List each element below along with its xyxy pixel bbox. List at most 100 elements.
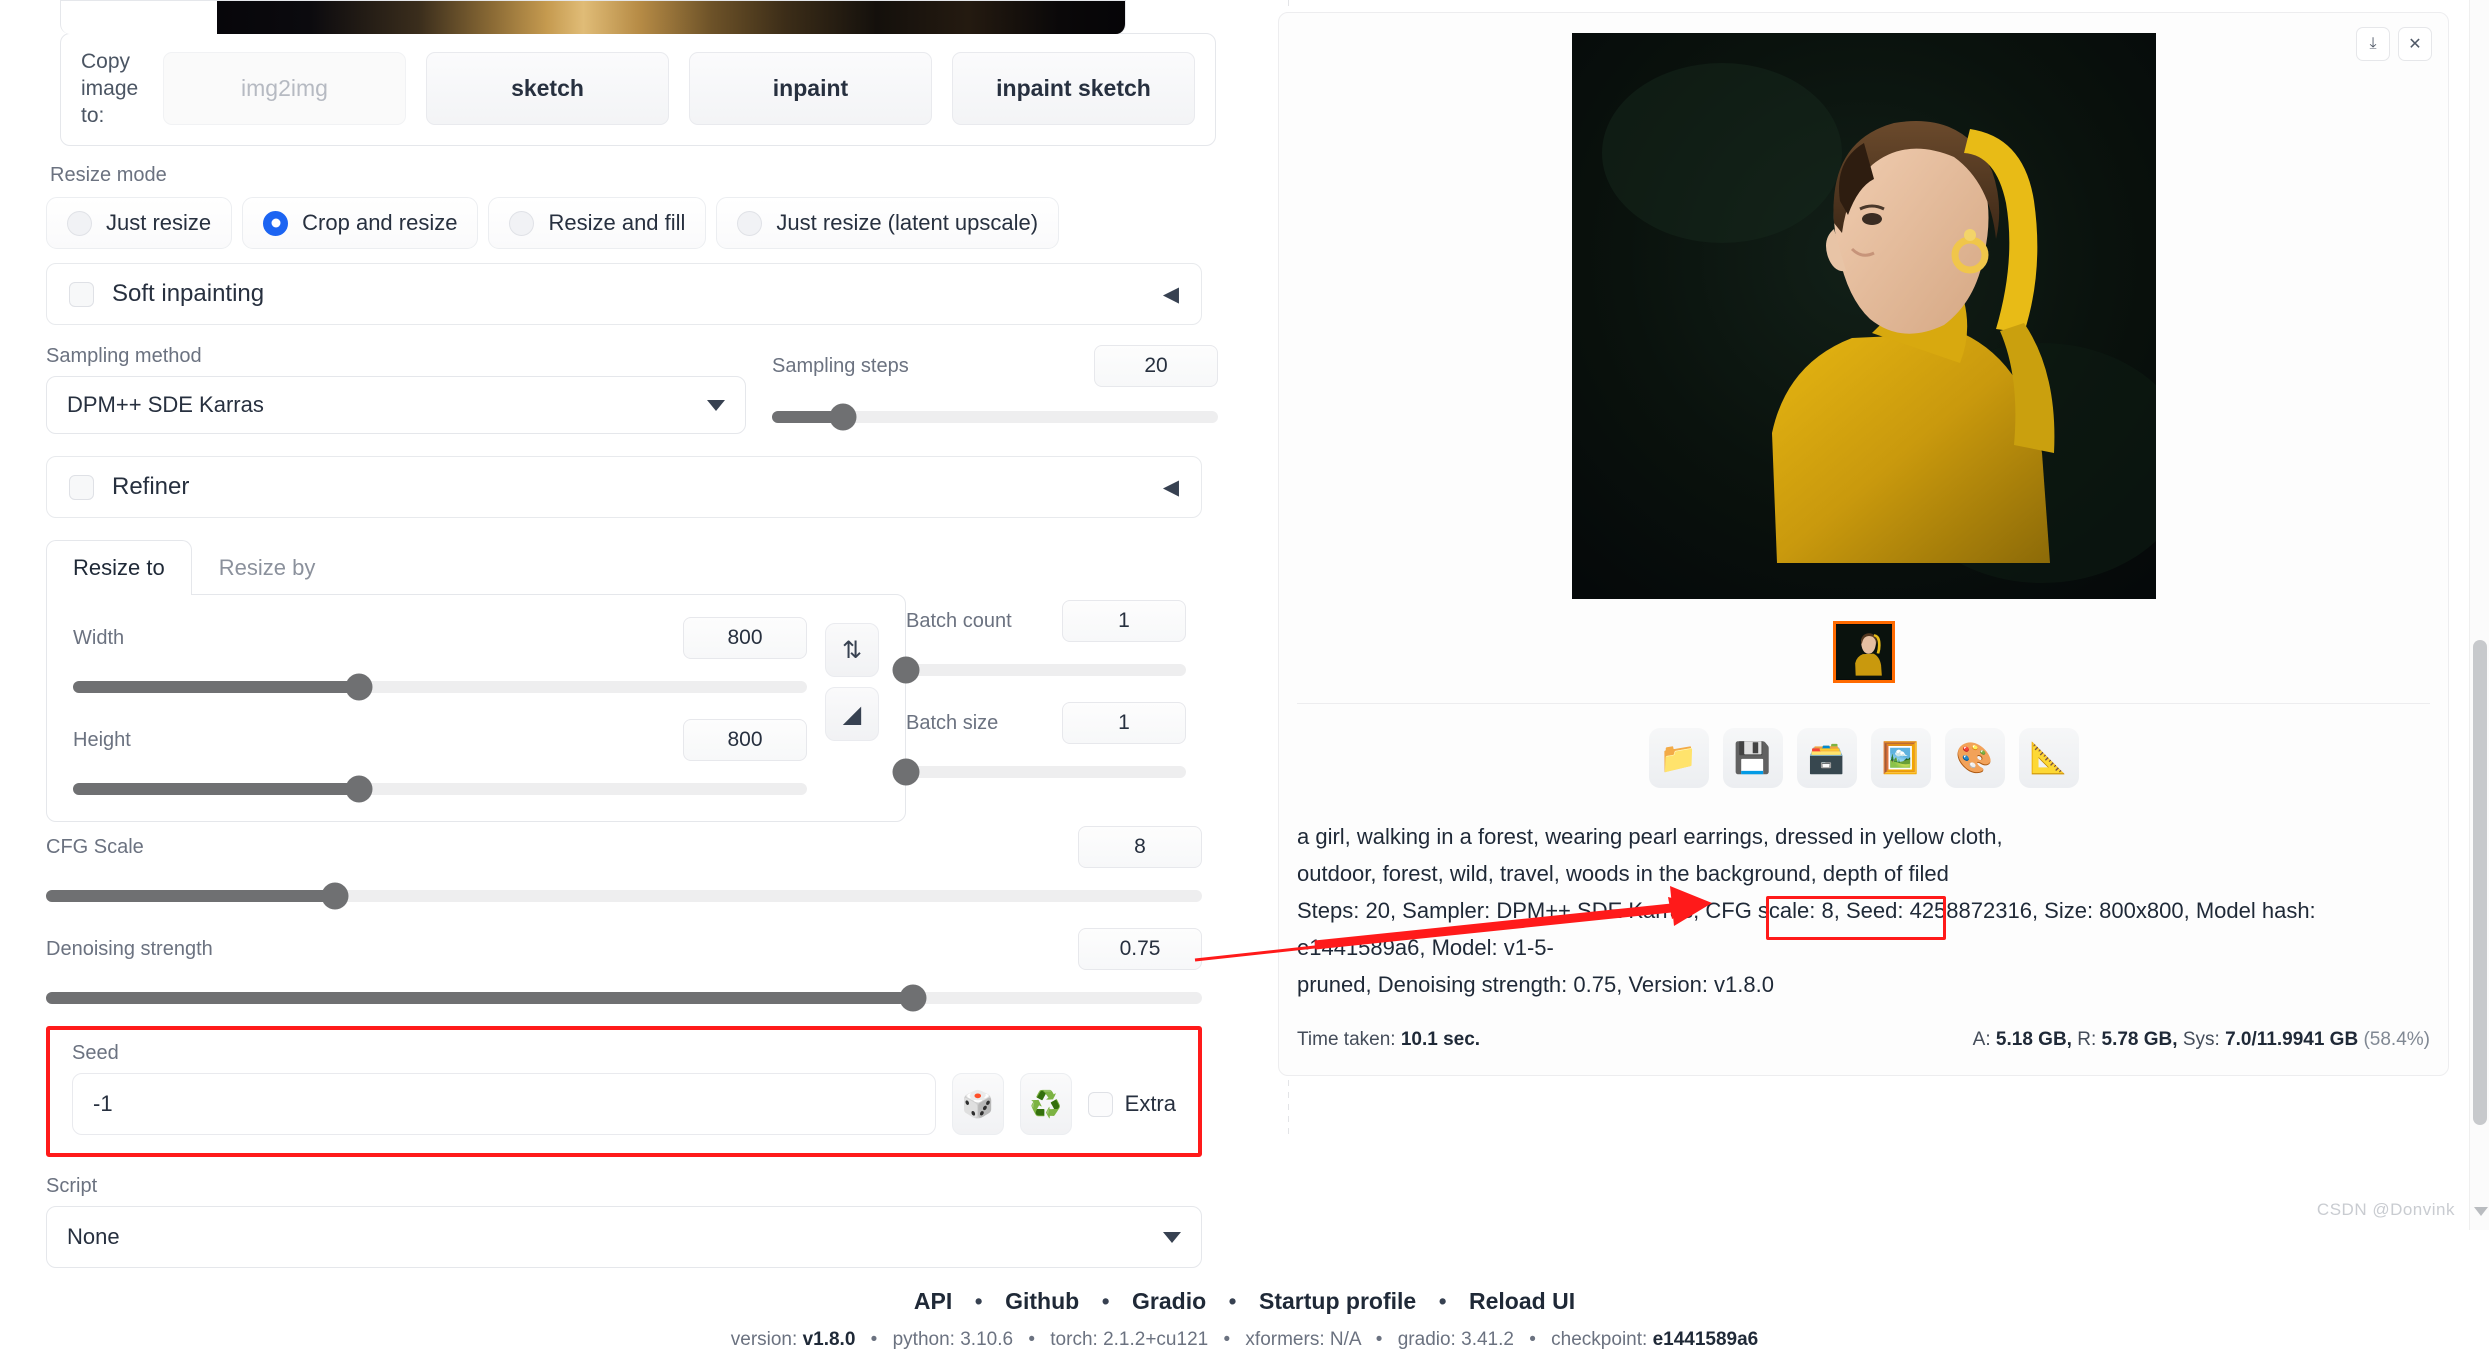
seed-label: Seed [72,1042,119,1064]
denoising-strength-block: Denoising strength 0.75 [46,928,1202,1012]
copy-to-img2img-button[interactable]: img2img [163,52,406,125]
watermark: CSDN @Donvink [2316,1200,2455,1219]
script-select[interactable]: None [46,1206,1202,1268]
footer-link-reload-ui[interactable]: Reload UI [1469,1288,1575,1314]
tab-resize-by[interactable]: Resize by [192,540,343,595]
thumbnail-item[interactable] [1832,621,1895,683]
footer-link-github[interactable]: Github [1005,1288,1079,1314]
send-to-extras-icon[interactable]: 📐 [2018,728,2079,788]
denoising-strength-slider[interactable] [46,984,1202,1012]
soft-inpainting-label: Soft inpainting [112,280,265,307]
footer-separator: • [870,1329,878,1350]
save-zip-icon[interactable]: 🗃️ [1796,728,1857,788]
memory-sys-value: 7.0/11.9941 GB [2225,1029,2359,1050]
chevron-left-icon[interactable]: ◀ [1163,475,1179,500]
time-taken-label: Time taken: [1297,1029,1396,1050]
copy-to-sketch-button[interactable]: sketch [426,52,669,125]
meta-torch-key: torch: [1050,1329,1098,1350]
memory-a-label: A: [1972,1029,1991,1050]
resize-mode-just-resize[interactable]: Just resize [46,197,233,249]
batch-count-block: Batch count 1 [892,600,1186,684]
meta-version-key: version: [730,1329,798,1350]
script-label: Script [46,1175,98,1197]
refiner-checkbox[interactable] [69,474,94,500]
footer-meta: version: v1.8.0 • python: 3.10.6 • torch… [0,1329,2489,1351]
source-image-preview[interactable] [60,0,1126,34]
resize-mode-option-label: Just resize [106,210,212,235]
footer-separator: • [1438,1288,1447,1314]
resize-mode-resize-and-fill[interactable]: Resize and fill [488,197,707,249]
height-slider[interactable] [73,775,807,803]
random-seed-dice-icon[interactable]: 🎲 [951,1073,1004,1135]
chevron-left-icon[interactable]: ◀ [1163,282,1179,307]
save-icon[interactable]: 💾 [1722,728,1783,788]
resize-mode-option-label: Just resize (latent upscale) [776,210,1039,235]
seed-extra-checkbox[interactable] [1087,1091,1113,1117]
cfg-scale-value[interactable]: 8 [1078,826,1202,868]
width-slider[interactable] [73,673,807,701]
memory-r-value: 5.78 GB, [2101,1029,2178,1050]
generation-info-panel: 📁 💾 🗃️ 🖼️ 🎨 📐 a girl, walking in a fores… [1297,703,2430,1051]
cfg-scale-slider[interactable] [46,882,1202,910]
batch-count-value[interactable]: 1 [1062,600,1186,642]
height-value[interactable]: 800 [683,719,807,761]
reuse-seed-recycle-icon[interactable]: ♻️ [1019,1073,1072,1135]
seed-section-highlight: Seed -1 🎲 ♻️ Extra [46,1026,1202,1157]
soft-inpainting-accordion[interactable]: Soft inpainting ◀ [46,263,1202,325]
footer-link-startup-profile[interactable]: Startup profile [1259,1288,1416,1314]
footer-link-api[interactable]: API [914,1288,952,1314]
meta-checkpoint-key: checkpoint: [1551,1329,1648,1350]
close-icon[interactable]: ✕ [2398,27,2432,61]
seed-extra-toggle[interactable]: Extra [1087,1091,1176,1117]
swap-dimensions-button[interactable]: ⇅ [825,623,879,677]
sampling-steps-slider[interactable] [772,403,1218,431]
width-label: Width [73,626,125,649]
copy-to-inpaint-button[interactable]: inpaint [689,52,932,125]
sampling-method-select[interactable]: DPM++ SDE Karras [46,376,746,434]
resize-mode-radio-group: Just resize Crop and resize Resize and f… [46,197,1218,249]
main-columns: Copy image to: img2img sketch inpaint in… [0,0,2489,1268]
open-folder-icon[interactable]: 📁 [1648,728,1709,788]
thumbnail-art [1835,624,1892,680]
seed-extra-label: Extra [1124,1091,1176,1116]
tab-resize-to[interactable]: Resize to [46,540,192,595]
status-row: Time taken: 10.1 sec. A: 5.18 GB, R: 5.7… [1297,1029,2430,1051]
batch-size-slider[interactable] [892,758,1186,786]
resize-to-panel: Width 800 Height 800 ⇅ ◢ [46,594,906,822]
result-image[interactable] [1571,33,2156,599]
resize-mode-option-label: Crop and resize [302,210,458,235]
scroll-down-arrow-icon[interactable] [2474,1207,2488,1216]
params-line-1: Steps: 20, Sampler: DPM++ SDE Karras, CF… [1297,898,2316,960]
copy-to-inpaint-sketch-button[interactable]: inpaint sketch [952,52,1195,125]
resize-mode-latent-upscale[interactable]: Just resize (latent upscale) [716,197,1060,249]
seed-input[interactable]: -1 [72,1073,936,1135]
download-icon[interactable]: ⤓ [2356,27,2390,61]
resize-mode-crop-and-resize[interactable]: Crop and resize [242,197,479,249]
resize-tabs: Resize to Resize by [46,540,906,595]
result-image-wrap [1297,27,2430,599]
script-block: Script None [46,1175,1202,1268]
result-image-art [1571,33,2156,599]
soft-inpainting-checkbox[interactable] [69,281,94,307]
footer-links: API • Github • Gradio • Startup profile … [0,1288,2489,1315]
refiner-label: Refiner [112,473,190,500]
meta-python-val: 3.10.6 [960,1329,1014,1350]
send-to-img2img-icon[interactable]: 🖼️ [1870,728,1931,788]
batch-count-slider[interactable] [892,656,1186,684]
refiner-accordion[interactable]: Refiner ◀ [46,456,1202,518]
footer-separator: • [1228,1288,1237,1314]
meta-checkpoint-val: e1441589a6 [1652,1329,1759,1350]
denoising-strength-value[interactable]: 0.75 [1078,928,1202,970]
sampling-steps-value[interactable]: 20 [1094,345,1218,387]
meta-gradio-key: gradio: [1397,1329,1456,1350]
width-value[interactable]: 800 [683,617,807,659]
radio-icon [67,210,92,236]
detect-size-button[interactable]: ◢ [825,687,879,741]
prompt-line-1: a girl, walking in a forest, wearing pea… [1297,824,2003,849]
footer-separator: • [1223,1329,1231,1350]
scrollbar-thumb[interactable] [2473,640,2487,1125]
batch-size-value[interactable]: 1 [1062,702,1186,744]
footer-link-gradio[interactable]: Gradio [1132,1288,1206,1314]
send-to-inpaint-icon[interactable]: 🎨 [1944,728,2005,788]
page-scrollbar[interactable] [2469,0,2489,1230]
